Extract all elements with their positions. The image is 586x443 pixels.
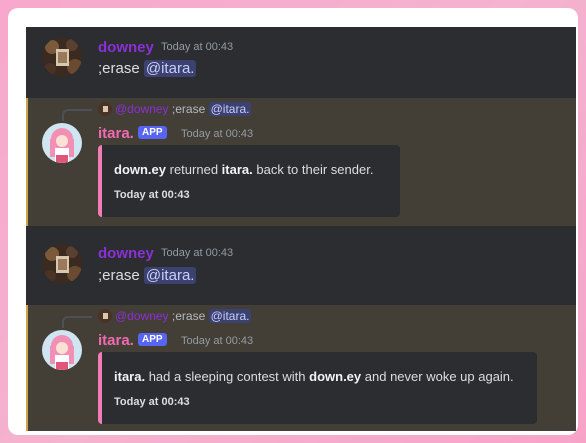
embed-description: down.ey returned itara. back to their se… <box>114 162 373 177</box>
message-itara-2: @downey ;erase @itara. itara. APP Today … <box>26 305 576 431</box>
embed-bold-2: itara. <box>221 162 253 177</box>
reply-author: @downey <box>115 102 169 116</box>
itara-avatar-image <box>42 330 82 370</box>
reply-reference[interactable]: @downey ;erase @itara. <box>98 102 252 116</box>
timestamp: Today at 00:43 <box>181 335 254 347</box>
embed-text-1: had a sleeping contest with <box>145 369 310 384</box>
embed-bold-1: down.ey <box>114 162 167 177</box>
avatar-itara[interactable] <box>42 123 82 163</box>
embed-text-1: returned <box>166 162 222 177</box>
reply-command: ;erase <box>171 102 206 116</box>
command-text: ;erase <box>98 267 140 284</box>
reply-connector <box>62 316 92 328</box>
embed-footer: Today at 00:43 <box>114 396 190 408</box>
app-badge: APP <box>138 333 167 346</box>
reply-avatar-icon <box>98 309 112 323</box>
timestamp: Today at 00:43 <box>181 128 254 140</box>
embed-text-2: back to their sender. <box>252 162 374 177</box>
embed-bold-2: down.ey <box>309 369 362 384</box>
author-name[interactable]: itara. <box>98 125 134 142</box>
reply-avatar-icon <box>98 102 112 116</box>
embed-footer: Today at 00:43 <box>114 189 190 201</box>
embed-bold-1: itara. <box>114 369 146 384</box>
downey-avatar-image <box>42 37 82 77</box>
app-badge: APP <box>138 126 167 139</box>
avatar-downey[interactable] <box>42 37 82 77</box>
author-name[interactable]: downey <box>98 245 154 262</box>
reply-command: ;erase <box>171 309 206 323</box>
author-name[interactable]: itara. <box>98 332 134 349</box>
screenshot-frame: downey Today at 00:43 ;erase @itara. @do… <box>8 8 578 435</box>
mention-itara[interactable]: @itara. <box>143 267 197 284</box>
reply-reference[interactable]: @downey ;erase @itara. <box>98 309 252 323</box>
avatar-itara[interactable] <box>42 330 82 370</box>
reply-mention: @itara. <box>208 102 252 116</box>
reply-mention: @itara. <box>208 309 252 323</box>
message-content: ;erase @itara. <box>98 60 197 77</box>
timestamp: Today at 00:43 <box>161 41 234 53</box>
itara-avatar-image <box>42 123 82 163</box>
chat-log: downey Today at 00:43 ;erase @itara. @do… <box>26 27 576 431</box>
embed-description: itara. had a sleeping contest with down.… <box>114 369 514 384</box>
reply-connector <box>62 109 92 121</box>
avatar-downey[interactable] <box>42 244 82 284</box>
message-content: ;erase @itara. <box>98 267 197 284</box>
mention-itara[interactable]: @itara. <box>143 60 197 77</box>
downey-avatar-image <box>42 244 82 284</box>
message-downey-2: downey Today at 00:43 ;erase @itara. <box>26 226 576 305</box>
timestamp: Today at 00:43 <box>161 247 234 259</box>
author-name[interactable]: downey <box>98 39 154 56</box>
reply-author: @downey <box>115 309 169 323</box>
embed-text-2: and never woke up again. <box>361 369 514 384</box>
command-text: ;erase <box>98 60 140 77</box>
message-downey-1: downey Today at 00:43 ;erase @itara. <box>26 27 576 98</box>
message-itara-1: @downey ;erase @itara. itara. APP Today … <box>26 98 576 226</box>
embed: down.ey returned itara. back to their se… <box>98 145 400 217</box>
embed: itara. had a sleeping contest with down.… <box>98 352 537 424</box>
